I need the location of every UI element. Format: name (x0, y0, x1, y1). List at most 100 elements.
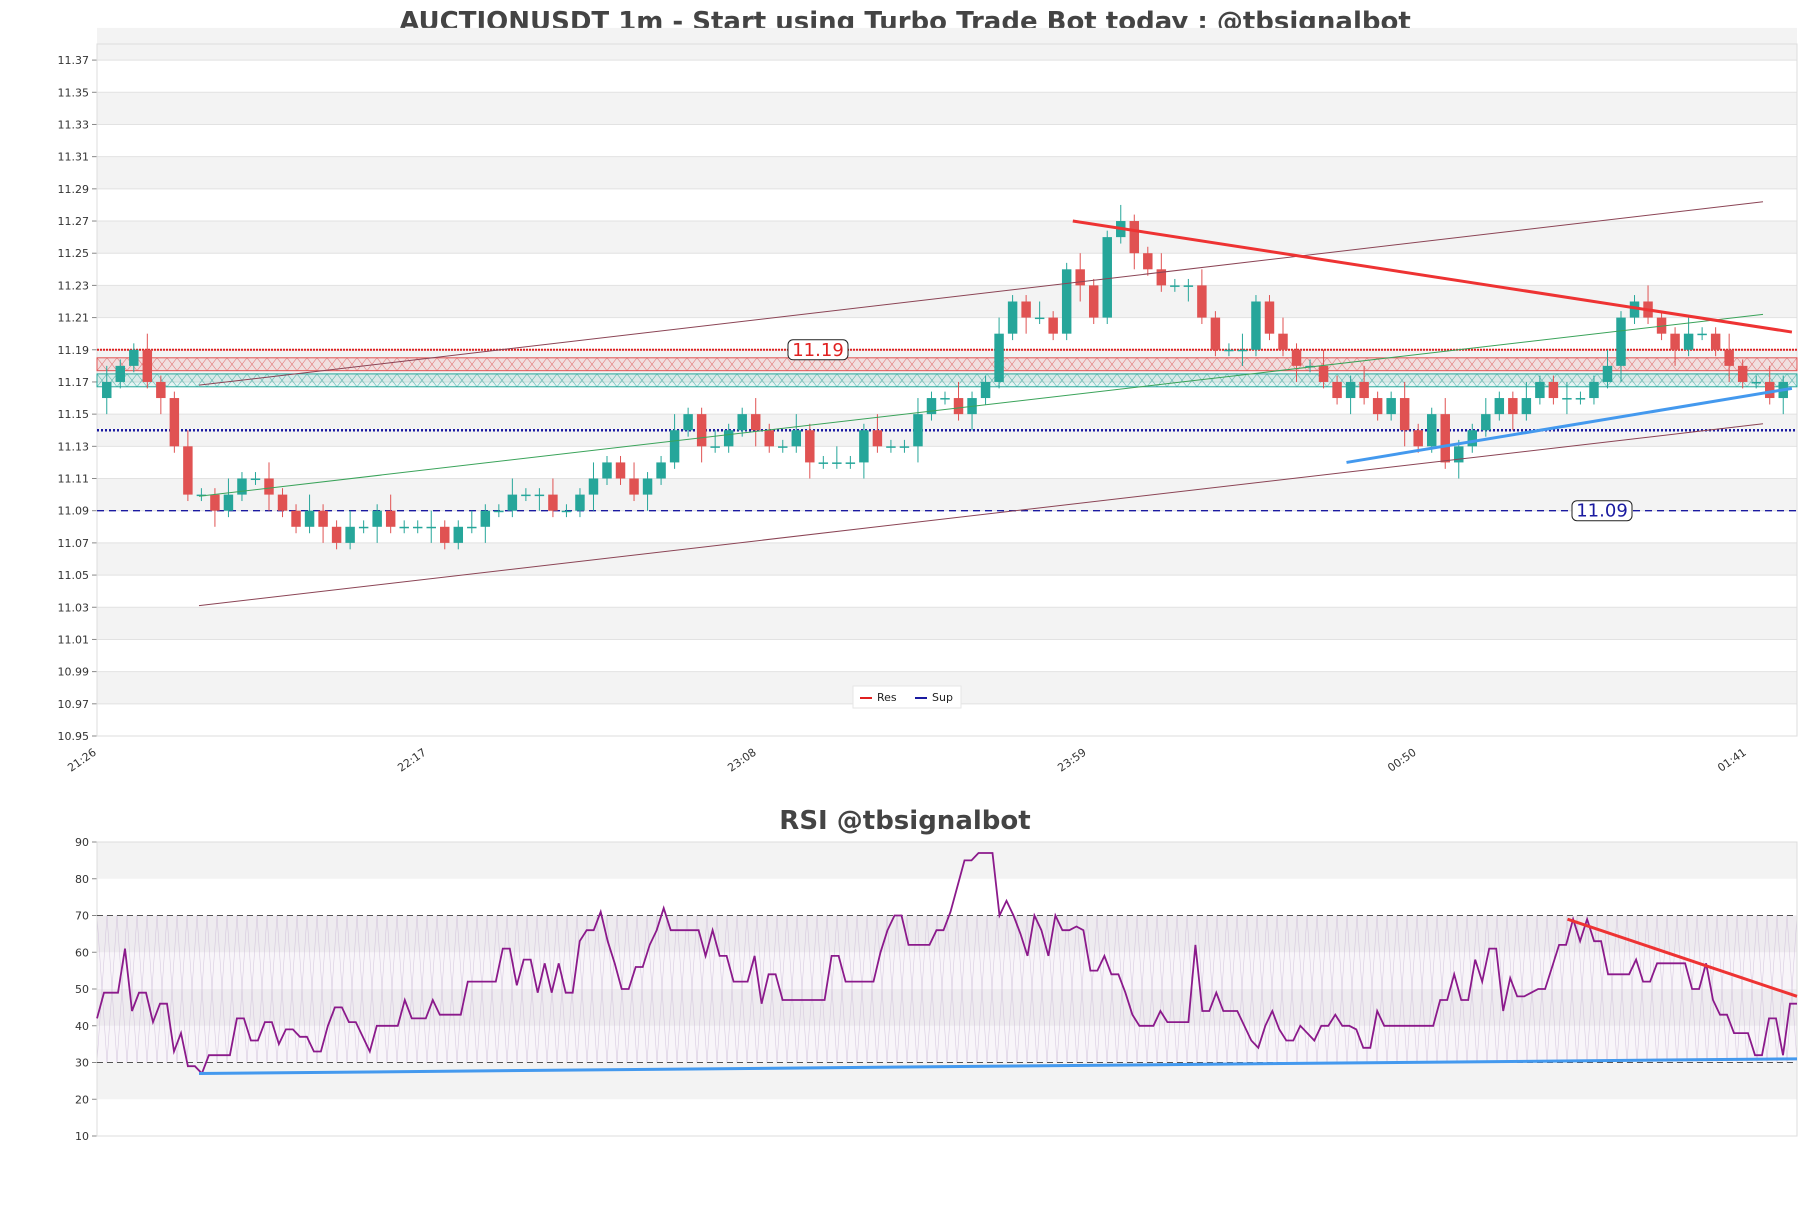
candle-body (994, 333, 1004, 382)
candle-body (102, 381, 112, 399)
candle-body (710, 446, 720, 448)
candle-body (696, 414, 707, 447)
candle-body (1075, 269, 1085, 286)
candle-body (1183, 285, 1194, 287)
resistance-level-label: 11.19 (792, 340, 844, 361)
grid-band (97, 221, 1797, 254)
candle-body (1021, 301, 1031, 318)
candle-body (1535, 381, 1545, 399)
y-tick-label: 11.37 (58, 54, 90, 67)
candle-body (169, 398, 180, 447)
x-tick-label: 21:26 (65, 746, 98, 775)
y-tick-label: 11.23 (58, 279, 90, 292)
candle-body (534, 494, 545, 497)
candle-body (1291, 349, 1302, 366)
y-tick-label: 11.07 (58, 537, 90, 550)
grid-band (97, 92, 1797, 125)
candle-body (1751, 381, 1761, 384)
candle-body (304, 510, 315, 527)
candle-body (1575, 398, 1586, 400)
candle-body (1440, 414, 1450, 463)
candle-body (1737, 365, 1748, 382)
candle-body (115, 365, 126, 382)
y-tick-label: 11.19 (58, 344, 90, 357)
candle-body (507, 494, 518, 511)
grid-band (97, 285, 1797, 318)
rsi-y-tick-label: 10 (75, 1130, 89, 1143)
candle-body (521, 494, 531, 497)
y-tick-label: 11.05 (58, 569, 90, 582)
candle-body (1683, 333, 1694, 350)
legend-label: Sup (932, 691, 953, 704)
candle-body (291, 510, 301, 527)
candle-body (1170, 285, 1180, 287)
rsi-y-tick-label: 80 (75, 873, 89, 886)
candle-body (223, 494, 234, 511)
candle-body (250, 478, 261, 481)
candle-body (358, 526, 369, 529)
candle-body (1386, 398, 1396, 415)
x-tick-label: 22:17 (395, 746, 428, 775)
candle-body (845, 462, 856, 464)
candle-body (899, 446, 910, 448)
candle-body (142, 349, 153, 382)
candle-body (156, 381, 166, 399)
candle-body (1724, 349, 1734, 366)
candle-body (818, 462, 829, 464)
candle-body (980, 381, 991, 399)
candle-body (1034, 317, 1045, 320)
candle-body (913, 414, 923, 447)
candle-body (1602, 365, 1613, 382)
candle-body (1426, 414, 1437, 447)
candle-body (318, 510, 328, 527)
y-tick-label: 11.25 (58, 247, 90, 260)
legend: Res Sup (852, 685, 962, 709)
candle-body (561, 510, 572, 513)
candle-body (778, 446, 788, 448)
candle-body (331, 526, 342, 543)
y-tick-label: 10.95 (58, 730, 90, 743)
candle-body (575, 494, 585, 511)
rsi-y-tick-label: 90 (75, 836, 89, 849)
x-tick-label: 01:41 (1715, 746, 1748, 775)
y-tick-label: 11.09 (58, 505, 90, 518)
rsi-y-tick-label: 70 (75, 910, 89, 923)
chart-canvas: AUCTIONUSDT 1m - Start using Turbo Trade… (58, 7, 1798, 1143)
candle-body (467, 526, 477, 529)
y-tick-label: 11.21 (58, 312, 90, 325)
rsi-y-tick-label: 50 (75, 983, 89, 996)
candle-body (1481, 414, 1491, 431)
channel-lower-line (198, 423, 1764, 607)
candle-body (453, 526, 464, 543)
candle-body (1616, 317, 1626, 366)
candle-body (1143, 253, 1153, 270)
candle-body (1251, 301, 1261, 350)
candle-body (1061, 269, 1072, 334)
candle-body (183, 446, 193, 495)
x-tick-label: 00:50 (1385, 746, 1418, 775)
rsi-y-tick-label: 30 (75, 1057, 89, 1070)
candle-body (237, 478, 247, 495)
candle-body (940, 398, 950, 400)
candle-body (642, 478, 653, 495)
y-tick-label: 11.11 (58, 473, 90, 486)
candle-body (723, 430, 734, 447)
candle-body (1697, 333, 1707, 336)
candle-body (805, 430, 815, 463)
candle-body (1521, 398, 1532, 415)
y-tick-label: 11.13 (58, 440, 90, 453)
candle-body (129, 349, 139, 366)
candle-body (1129, 221, 1140, 254)
candle-body (1345, 381, 1356, 399)
candle-body (1088, 285, 1099, 318)
y-tick-label: 11.01 (58, 633, 90, 646)
candle-body (1359, 381, 1369, 399)
candle-body (859, 430, 869, 463)
support-level-label: 11.09 (1576, 501, 1628, 522)
candle-body (832, 462, 842, 464)
candle-body (1224, 349, 1234, 352)
grid-band (97, 607, 1797, 640)
candle-body (764, 430, 774, 447)
candle-body (399, 526, 409, 529)
candle-body (1197, 285, 1207, 318)
